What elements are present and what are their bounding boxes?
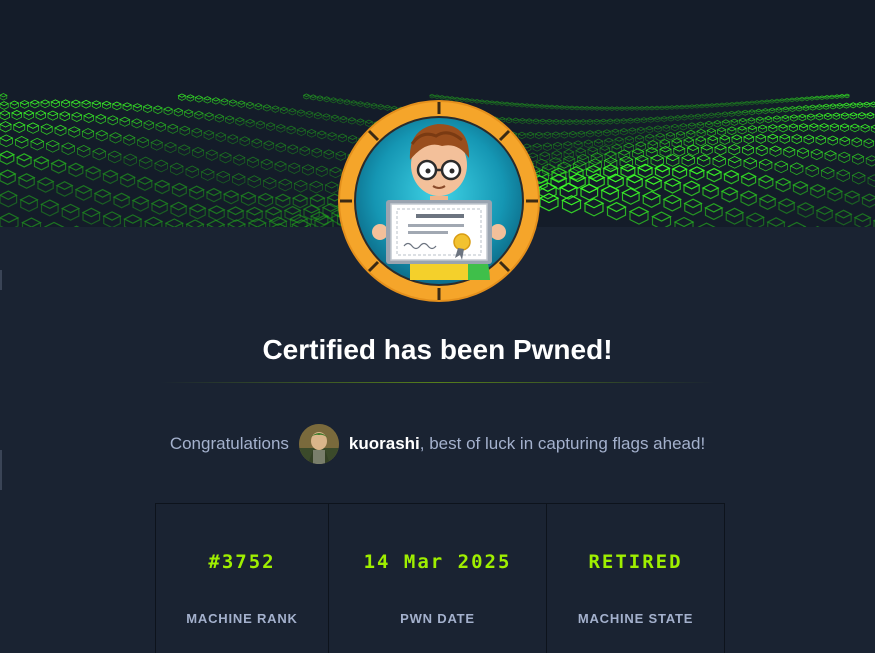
title-divider [160,382,715,383]
username-link[interactable]: kuorashi [349,434,420,454]
stat-value: #3752 [208,551,276,573]
congrats-suffix: , best of luck in capturing flags ahead! [419,434,706,453]
stat-pwn-date: 14 Mar 2025 PWN DATE [329,504,547,653]
stat-machine-state: RETIRED MACHINE STATE [547,504,724,653]
pwned-page: Certified has been Pwned! Congratulation… [0,0,875,653]
stat-label: MACHINE STATE [577,611,694,626]
left-edge-mark [0,270,2,290]
stat-value: RETIRED [588,551,683,573]
congrats-prefix: Congratulations [169,434,289,453]
congrats-message: Congratulations kuorashi , best of luck … [0,422,875,466]
stat-machine-rank: #3752 MACHINE RANK [156,504,329,653]
user-avatar-icon[interactable] [298,424,339,464]
stat-label: MACHINE RANK [186,611,298,626]
stats-panel: #3752 MACHINE RANK 14 Mar 2025 PWN DATE … [155,503,725,653]
stat-value: 14 Mar 2025 [363,551,512,573]
machine-avatar-icon [338,100,540,302]
stat-label: PWN DATE [400,611,475,626]
page-title: Certified has been Pwned! [262,334,613,365]
